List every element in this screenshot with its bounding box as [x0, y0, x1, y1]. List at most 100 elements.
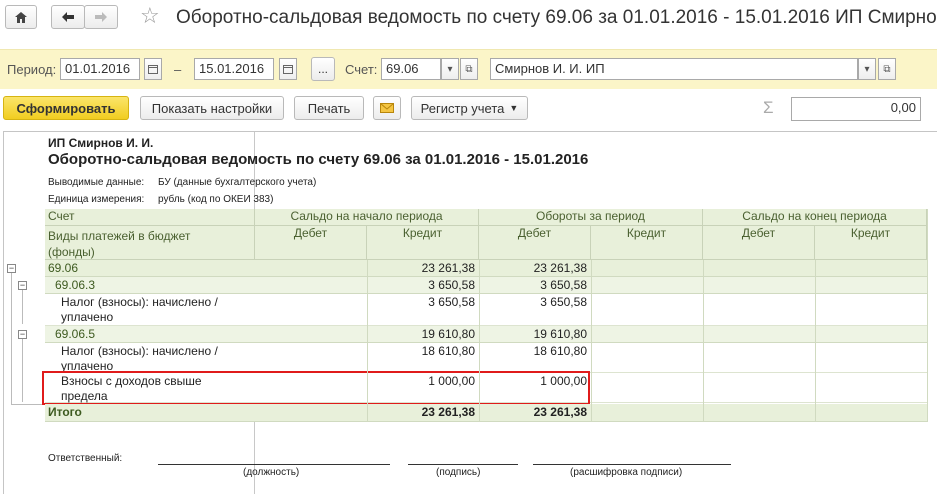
grid-line	[927, 209, 928, 422]
grid-line	[367, 260, 368, 422]
period-label: Период:	[7, 62, 57, 77]
row-start-credit: 19 610,80	[421, 327, 475, 341]
sign-signature-caption: (подпись)	[436, 467, 481, 478]
window-title: Оборотно-сальдовая ведомость по счету 69…	[176, 7, 937, 28]
calendar-from-button[interactable]	[144, 58, 162, 80]
date-to-input[interactable]: 15.01.2016	[194, 58, 274, 80]
row-payment-type-line2: уплачено	[61, 310, 114, 324]
back-button[interactable]	[51, 5, 85, 29]
period-dash: –	[174, 62, 182, 77]
total-start-credit: 23 261,38	[421, 405, 475, 419]
print-button[interactable]: Печать	[294, 96, 364, 120]
total-label: Итого	[48, 405, 82, 419]
collapse-icon[interactable]: −	[18, 281, 27, 290]
responsible-label: Ответственный:	[48, 453, 123, 464]
grid-line	[815, 260, 816, 422]
grid-line	[703, 260, 704, 422]
header-turnover-credit: Кредит	[591, 226, 703, 260]
sum-field: 0,00	[791, 97, 921, 121]
row-start-credit: 3 650,58	[428, 278, 475, 292]
row-payment-type-line1: Налог (взносы): начислено /	[61, 295, 218, 309]
row-account: 69.06	[48, 261, 79, 275]
date-from-input[interactable]: 01.01.2016	[60, 58, 140, 80]
header-start-balance: Сальдо на начало периода	[255, 209, 479, 226]
output-value: БУ (данные бухгалтерского учета)	[158, 177, 317, 188]
header-end-credit: Кредит	[815, 226, 927, 260]
header-subkonto: Виды платежей в бюджет (фонды)	[45, 226, 255, 260]
calendar-to-button[interactable]	[279, 58, 297, 80]
row-payment-type-line1: Налог (взносы): начислено /	[61, 344, 218, 358]
total-turnover-debit: 23 261,38	[533, 405, 587, 419]
row-start-credit: 18 610,80	[421, 344, 475, 358]
favorite-star-icon[interactable]: ☆	[140, 4, 160, 29]
highlight-frame	[42, 371, 590, 405]
generate-button[interactable]: Сформировать	[3, 96, 129, 120]
tree-line	[22, 289, 23, 324]
header-start-debit: Дебет	[255, 226, 367, 260]
home-icon	[15, 11, 27, 23]
account-open-button[interactable]: ⧉	[460, 58, 478, 80]
header-start-credit: Кредит	[367, 226, 479, 260]
home-button[interactable]	[5, 5, 37, 29]
signature-line-decoding	[533, 464, 731, 465]
header-turnover: Обороты за период	[479, 209, 703, 226]
forward-button[interactable]	[84, 5, 118, 29]
row-turnover-debit: 18 610,80	[533, 344, 587, 358]
header-account-label: Счет	[48, 209, 75, 223]
unit-value: рубль (код по ОКЕИ 383)	[158, 194, 274, 205]
organization-dropdown-button[interactable]: ▾	[858, 58, 876, 80]
sign-decoding-caption: (расшифровка подписи)	[570, 467, 683, 478]
sign-position-caption: (должность)	[243, 467, 300, 478]
calendar-icon	[148, 65, 158, 74]
collapse-icon[interactable]: −	[7, 264, 16, 273]
account-dropdown-button[interactable]: ▾	[441, 58, 459, 80]
chevron-down-icon: ▼	[509, 103, 519, 113]
signature-line-position	[158, 464, 390, 465]
account-label: Счет:	[345, 62, 378, 77]
report-org: ИП Смирнов И. И.	[48, 136, 154, 150]
tree-line	[11, 404, 44, 405]
grid-line	[479, 260, 480, 422]
chevron-down-icon: ▾	[864, 63, 870, 75]
row-turnover-debit: 23 261,38	[533, 261, 587, 275]
signature-line-signature	[408, 464, 518, 465]
open-icon: ⧉	[465, 63, 473, 75]
row-start-credit: 3 650,58	[428, 295, 475, 309]
email-button[interactable]	[373, 96, 401, 120]
envelope-icon	[380, 103, 394, 113]
period-select-button[interactable]: ...	[311, 57, 335, 81]
open-icon: ⧉	[883, 63, 891, 75]
header-subkonto-line1: Виды платежей в бюджет	[48, 229, 191, 243]
header-turnover-debit: Дебет	[479, 226, 591, 260]
organization-open-button[interactable]: ⧉	[878, 58, 896, 80]
row-payment-type: Налог (взносы): начислено / уплачено	[61, 344, 218, 374]
register-label: Регистр учета	[420, 100, 505, 116]
report-title: Оборотно-сальдовая ведомость по счету 69…	[48, 151, 589, 168]
header-account: Счет	[45, 209, 255, 226]
header-end-balance: Сальдо на конец периода	[703, 209, 927, 226]
row-account: 69.06.3	[55, 278, 96, 292]
header-subkonto-line2: (фонды)	[48, 245, 95, 259]
output-label: Выводимые данные:	[48, 177, 145, 188]
collapse-icon[interactable]: −	[18, 330, 27, 339]
grid-line	[591, 260, 592, 422]
chevron-down-icon: ▾	[447, 63, 453, 75]
tree-line	[11, 272, 12, 404]
organization-input[interactable]: Смирнов И. И. ИП	[490, 58, 858, 80]
row-account: 69.06.5	[55, 327, 96, 341]
register-button[interactable]: Регистр учета ▼	[411, 96, 528, 120]
account-input[interactable]: 69.06	[381, 58, 441, 80]
row-turnover-debit: 3 650,58	[540, 278, 587, 292]
calendar-icon	[283, 65, 293, 74]
row-turnover-debit: 19 610,80	[533, 327, 587, 341]
unit-label: Единица измерения:	[48, 194, 145, 205]
header-end-debit: Дебет	[703, 226, 815, 260]
row-payment-type: Налог (взносы): начислено / уплачено	[61, 295, 218, 325]
sigma-icon[interactable]: Σ	[763, 98, 774, 118]
arrow-left-icon	[62, 12, 74, 22]
row-turnover-debit: 3 650,58	[540, 295, 587, 309]
show-settings-button[interactable]: Показать настройки	[140, 96, 284, 120]
tree-line	[22, 337, 23, 402]
row-start-credit: 23 261,38	[421, 261, 475, 275]
arrow-right-icon	[95, 12, 107, 22]
